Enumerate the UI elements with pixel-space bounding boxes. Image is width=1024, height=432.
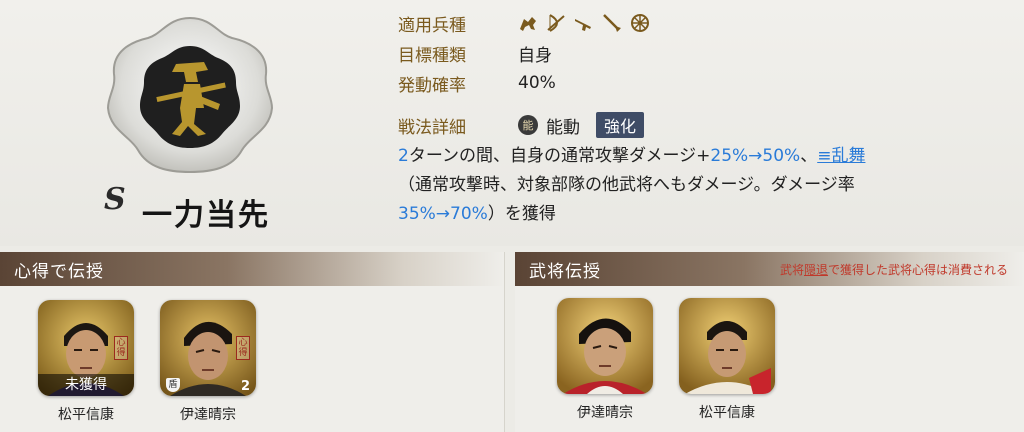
desc-part3: （通常攻撃時、対象部隊の他武将へもダメージ。ダメージ率 <box>398 175 855 195</box>
kokoroe-title: 心得で伝授 <box>14 261 104 282</box>
skill-emblem <box>100 12 280 182</box>
general-name: 伊達晴宗 <box>180 407 236 423</box>
enhance-badge[interactable]: 強化 <box>596 112 645 138</box>
retire-note: 武将隠退で獲得した武将心得は消費される <box>779 263 1008 277</box>
spear-icon <box>603 14 621 32</box>
desc-part2: 、 <box>800 146 818 166</box>
kokoroe-count: 2 <box>240 379 250 394</box>
rate-row: 発動確率 40% <box>398 68 998 98</box>
general-card[interactable]: 伊達晴宗 <box>557 298 653 422</box>
skill-name: 一力当先 <box>142 198 270 233</box>
ranbu-keyword-link[interactable]: ≡乱舞 <box>817 146 865 166</box>
skill-description: 2ターンの間、自身の通常攻撃ダメージ+25%→50%、≡乱舞 （通常攻撃時、対象部… <box>398 142 998 229</box>
kokoroe-stamp: 心得 <box>114 336 128 360</box>
general-name: 松平信康 <box>58 407 114 423</box>
target-label: 目標種類 <box>398 45 466 66</box>
general-portrait: 心得 未獲得 <box>38 300 134 396</box>
detail-row: 戦法詳細 能 能動 強化 <box>398 112 998 138</box>
desc-part4: ）を獲得 <box>487 204 556 224</box>
kokoroe-stamp: 心得 <box>236 336 250 360</box>
general-portrait <box>557 298 653 394</box>
troop-row: 適用兵種 <box>398 8 998 38</box>
damage-change: 25%→50% <box>710 146 801 166</box>
general-teach-panel: 武将伝授 武将隠退で獲得した武将心得は消費される 伊達晴宗 松平信康 <box>515 252 1024 432</box>
gun-icon <box>575 19 591 31</box>
general-teach-title: 武将伝授 <box>529 261 601 282</box>
spear-warrior-emblem-icon <box>106 16 274 174</box>
kokoroe-card[interactable]: 心得 未獲得 松平信康 <box>38 300 134 424</box>
troop-icons <box>518 13 650 33</box>
retire-link[interactable]: 隠退 <box>804 263 828 277</box>
shield-icon: 盾 <box>166 378 180 392</box>
cavalry-icon <box>520 17 536 31</box>
general-portrait <box>679 298 775 394</box>
archer-icon <box>547 14 565 32</box>
kokoroe-panel: 心得で伝授 心得 未獲得 松平信康 心得 盾 2 伊達晴宗 <box>0 252 505 432</box>
general-name: 伊達晴宗 <box>577 405 633 421</box>
rate-value: 40% <box>518 73 556 93</box>
skill-type: 能動 <box>546 117 580 138</box>
troop-label: 適用兵種 <box>398 15 466 36</box>
general-name: 松平信康 <box>699 405 755 421</box>
skill-rank: S <box>104 182 126 217</box>
target-value: 自身 <box>518 45 552 66</box>
detail-label: 戦法詳細 <box>398 117 466 138</box>
general-card[interactable]: 松平信康 <box>679 298 775 422</box>
kokoroe-card[interactable]: 心得 盾 2 伊達晴宗 <box>160 300 256 424</box>
rate-change: 35%→70% <box>398 204 488 224</box>
active-type-icon: 能 <box>518 115 538 135</box>
wheel-icon <box>631 14 649 32</box>
skill-info: 適用兵種 目標種類 自身 発動確率 40% 戦法詳細 能 能動 強化 2ターンの… <box>398 8 998 229</box>
unacquired-label: 未獲得 <box>38 374 134 396</box>
desc-part1: ターンの間、自身の通常攻撃ダメージ+ <box>408 146 711 166</box>
kokoroe-banner: 心得で伝授 <box>0 252 504 286</box>
target-row: 目標種類 自身 <box>398 38 998 68</box>
general-portrait: 心得 盾 2 <box>160 300 256 396</box>
rate-label: 発動確率 <box>398 75 466 96</box>
general-teach-banner: 武将伝授 武将隠退で獲得した武将心得は消費される <box>515 252 1024 286</box>
turns-value: 2 <box>398 146 409 166</box>
